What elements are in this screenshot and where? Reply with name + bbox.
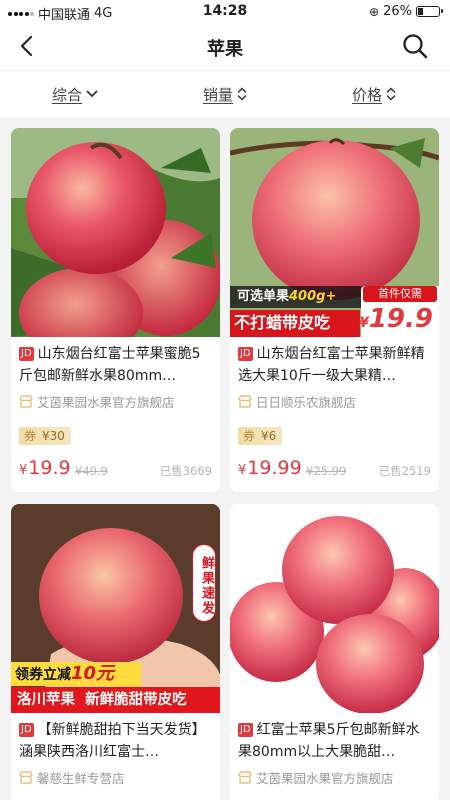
- sold-count: 已售2519: [378, 464, 431, 478]
- sold-count: 已售3669: [159, 464, 212, 478]
- sort-sales-label: 销量: [203, 85, 234, 104]
- promo-weight: 400g+: [289, 289, 337, 304]
- coupon-tag: 券: [243, 429, 256, 443]
- sort-comprehensive-label: 综合: [52, 85, 83, 104]
- price-row: ¥19.99 ¥25.99 已售2519: [238, 457, 431, 481]
- jd-badge: JD: [238, 723, 253, 737]
- product-title-text: 【新鲜脆甜拍下当天发货】涵果陕西洛川红富士…: [19, 722, 206, 760]
- product-image: [11, 128, 220, 337]
- shop-link[interactable]: 馨慈生鲜专营店: [19, 768, 212, 787]
- coupon-badge[interactable]: 券 ¥6: [238, 427, 283, 445]
- sort-updown-icon: [386, 87, 396, 101]
- store-icon: [19, 395, 33, 408]
- battery-label: 26%: [383, 4, 412, 19]
- product-card[interactable]: JD 山东烟台红富士苹果蜜脆5斤包邮新鲜水果80mm… 艾茵果园水果官方旗舰店 券…: [11, 128, 220, 492]
- battery-icon: [416, 6, 443, 17]
- sort-price[interactable]: 价格: [352, 71, 396, 117]
- status-right: ⊕ 26%: [369, 4, 443, 19]
- fresh-badge: 鲜果速发: [192, 544, 216, 622]
- coupon-badge[interactable]: 券 ¥30: [19, 427, 71, 445]
- shop-link[interactable]: 艾茵果园水果官方旗舰店: [238, 768, 431, 787]
- chevron-down-icon: [86, 90, 98, 98]
- coupon-promo-amount: 10元: [71, 663, 115, 684]
- product-image: 鲜果速发 领券立减10元 洛川苹果 新鲜脆甜带皮吃: [11, 504, 220, 713]
- jd-badge: JD: [19, 347, 34, 361]
- product-title: JD 【新鲜脆甜拍下当天发货】涵果陕西洛川红富士…: [19, 719, 212, 763]
- coupon-tag: 券: [24, 429, 37, 443]
- promo-text: 不打蜡带皮吃: [234, 313, 331, 332]
- store-icon: [19, 771, 33, 784]
- product-title: JD 山东烟台红富士苹果新鲜精选大果10斤一级大果精…: [238, 343, 431, 387]
- jd-badge: JD: [19, 723, 34, 737]
- sort-sales[interactable]: 销量: [203, 71, 247, 117]
- price-symbol: ¥: [238, 463, 247, 478]
- promo-price: ¥19.9: [359, 304, 433, 337]
- old-price: ¥25.99: [306, 464, 347, 478]
- price-row: ¥19.9 ¥49.9 已售3669: [19, 457, 212, 481]
- promo-option: 可选单果400g+: [237, 288, 336, 306]
- shop-name: 日日顺乐农旗舰店: [256, 395, 357, 410]
- product-title: JD 红富士苹果5斤包邮新鲜水果80mm以上大果脆甜…: [238, 719, 431, 763]
- rotation-lock-icon: ⊕: [369, 4, 380, 19]
- product-title: JD 山东烟台红富士苹果蜜脆5斤包邮新鲜水果80mm…: [19, 343, 212, 387]
- promo-price-symbol: ¥: [359, 315, 369, 331]
- store-icon: [238, 395, 252, 408]
- product-title-text: 红富士苹果5斤包邮新鲜水果80mm以上大果脆甜…: [238, 722, 420, 760]
- promo-price-value: 19.9: [368, 304, 433, 334]
- first-buy-label: 首件仅需: [363, 286, 437, 302]
- battery-fill: [418, 8, 423, 15]
- price-value: 19.99: [247, 457, 302, 479]
- price-symbol: ¥: [19, 463, 28, 478]
- price: ¥19.9: [19, 457, 71, 479]
- product-image: 可选单果400g+ 不打蜡带皮吃 首件仅需 ¥19.9: [230, 128, 439, 337]
- shop-link[interactable]: 日日顺乐农旗舰店: [238, 392, 431, 411]
- sort-bar: 综合 销量 价格: [0, 70, 450, 118]
- coupon-value: ¥6: [261, 429, 277, 443]
- page-title: 苹果: [207, 39, 243, 60]
- sort-updown-icon: [237, 87, 247, 101]
- banner-text: 洛川苹果 新鲜脆甜带皮吃: [17, 692, 187, 708]
- search-button[interactable]: [400, 31, 430, 61]
- coupon-promo-text: 领券立减: [15, 667, 71, 683]
- product-card[interactable]: JD 红富士苹果5斤包邮新鲜水果80mm以上大果脆甜… 艾茵果园水果官方旗舰店: [230, 504, 439, 800]
- shop-link[interactable]: 艾茵果园水果官方旗舰店: [19, 392, 212, 411]
- store-icon: [238, 771, 252, 784]
- coupon-promo: 领券立减10元: [15, 663, 114, 686]
- sort-comprehensive[interactable]: 综合: [52, 71, 98, 117]
- search-icon: [403, 34, 428, 59]
- promo-option-label: 可选单果: [237, 289, 290, 304]
- shop-name: 艾茵果园水果官方旗舰店: [256, 771, 394, 786]
- shop-name: 馨慈生鲜专营店: [37, 771, 125, 786]
- product-title-text: 山东烟台红富士苹果蜜脆5斤包邮新鲜水果80mm…: [19, 346, 201, 384]
- old-price: ¥49.9: [75, 464, 108, 478]
- shop-name: 艾茵果园水果官方旗舰店: [37, 395, 175, 410]
- product-card[interactable]: 可选单果400g+ 不打蜡带皮吃 首件仅需 ¥19.9 JD 山东烟台红富士苹果新…: [230, 128, 439, 492]
- product-image: [230, 504, 439, 713]
- product-title-text: 山东烟台红富士苹果新鲜精选大果10斤一级大果精…: [238, 346, 425, 384]
- nav-bar: 苹果: [0, 24, 450, 70]
- sort-price-label: 价格: [352, 85, 383, 104]
- status-bar: 中国联通 4G 14:28 ⊕ 26%: [0, 0, 450, 24]
- jd-badge: JD: [238, 347, 253, 361]
- product-card[interactable]: 鲜果速发 领券立减10元 洛川苹果 新鲜脆甜带皮吃 JD 【新鲜脆甜拍下当天发货】…: [11, 504, 220, 800]
- coupon-value: ¥30: [42, 429, 65, 443]
- price-value: 19.9: [28, 457, 71, 479]
- price: ¥19.99: [238, 457, 302, 479]
